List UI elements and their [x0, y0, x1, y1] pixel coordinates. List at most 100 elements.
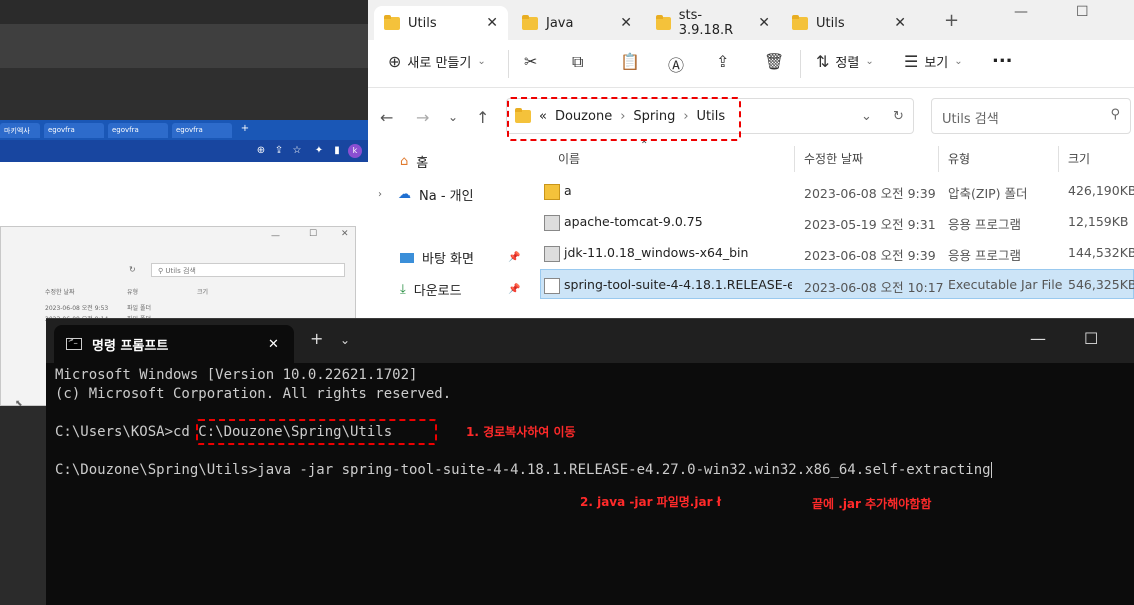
- browser-tab[interactable]: egovfra: [108, 123, 168, 138]
- paste-icon: 📋: [620, 52, 640, 71]
- column-header-type[interactable]: 유형: [948, 150, 970, 167]
- search-icon: ⚲: [1110, 107, 1120, 122]
- column-divider[interactable]: [938, 146, 939, 172]
- copy-icon: ⧉: [572, 52, 584, 71]
- column-header-type[interactable]: 유형: [127, 287, 138, 296]
- chevron-right-icon[interactable]: ›: [378, 189, 382, 200]
- sidebar-item-label: 다운로드: [413, 284, 462, 299]
- terminal-tab-title: 명령 프롬프트: [92, 338, 169, 354]
- terminal-line: Microsoft Windows [Version 10.0.22621.17…: [55, 367, 418, 383]
- sort-button[interactable]: ⇅ 정렬 ⌄: [816, 52, 874, 71]
- sidebar-item-desktop[interactable]: 바탕 화면: [400, 248, 474, 267]
- view-button[interactable]: ☰ 보기 ⌄: [904, 52, 963, 71]
- row-date: 2023-06-08 오전 9:53: [45, 305, 109, 312]
- terminal-command-line[interactable]: C:\Douzone\Spring\Utils>java -jar spring…: [55, 462, 992, 478]
- profile-avatar[interactable]: k: [348, 144, 362, 158]
- tab-sts[interactable]: sts-3.9.18.R ✕: [646, 6, 780, 40]
- sidebar-item-downloads[interactable]: ⤓ 다운로드: [400, 280, 462, 299]
- browser-address-bar[interactable]: ⊕ ⇪ ☆ ✦ ▮ k: [0, 140, 368, 162]
- folder-icon: [656, 14, 671, 30]
- sidebar-icon[interactable]: ▮: [330, 144, 344, 158]
- plus-icon[interactable]: +: [238, 122, 252, 136]
- file-size: 546,325KB: [1068, 277, 1134, 292]
- back-arrow-icon[interactable]: ←: [380, 108, 393, 127]
- column-header-date[interactable]: 수정한 날짜: [45, 287, 75, 296]
- share-icon: ⇪: [716, 52, 730, 71]
- chevron-down-icon[interactable]: ⌄: [861, 109, 872, 124]
- chevron-down-icon[interactable]: ⌄: [340, 333, 350, 347]
- browser-tab[interactable]: egovfra: [172, 123, 232, 138]
- new-tab-button[interactable]: +: [310, 329, 323, 348]
- explorer-navbar: ← → ⌄ ↑ « Douzone › Spring › Utils ⌄ ↻ U…: [368, 88, 1134, 148]
- star-icon[interactable]: ☆: [290, 144, 304, 158]
- pin-icon[interactable]: 📌: [508, 252, 520, 263]
- close-icon[interactable]: ✕: [758, 15, 770, 31]
- refresh-icon[interactable]: ↻: [129, 265, 136, 274]
- text-cursor: [990, 462, 992, 478]
- new-button[interactable]: ⊕ 새로 만들기 ⌄: [388, 52, 486, 71]
- file-row-jdk[interactable]: jdk-11.0.18_windows-x64_bin 2023-06-08 오…: [540, 238, 1134, 268]
- desktop-icon: [400, 252, 414, 263]
- file-size: 426,190KB: [1068, 183, 1134, 198]
- file-name: jdk-11.0.18_windows-x64_bin: [564, 245, 749, 260]
- terminal-line: (c) Microsoft Corporation. All rights re…: [55, 386, 452, 402]
- jar-file-icon: [544, 277, 560, 294]
- column-header-size[interactable]: 크기: [1068, 150, 1090, 167]
- navigation-pane: ⌂ 홈 › ☁ Na - 개인 바탕 화면 📌 ⤓ 다운로드 📌: [368, 140, 536, 330]
- file-row-tomcat[interactable]: apache-tomcat-9.0.75 2023-05-19 오전 9:31 …: [540, 207, 1134, 237]
- delete-button[interactable]: 🗑: [764, 52, 784, 71]
- file-date: 2023-05-19 오전 9:31: [804, 217, 936, 232]
- close-icon[interactable]: ✕: [620, 15, 632, 31]
- file-row-a[interactable]: a 2023-06-08 오전 9:39 압축(ZIP) 폴더 426,190K…: [540, 176, 1134, 206]
- close-icon[interactable]: ✕: [894, 15, 906, 31]
- browser-tab[interactable]: egovfra: [44, 123, 104, 138]
- file-row-sts-jar[interactable]: spring-tool-suite-4-4.18.1.RELEASE-e4.2.…: [540, 269, 1134, 299]
- rename-icon: Ⓐ: [668, 56, 685, 75]
- annotation-step1: 1. 경로복사하여 이동: [466, 425, 576, 439]
- refresh-icon[interactable]: ↻: [893, 109, 904, 124]
- chevron-down-icon: ⌄: [954, 56, 963, 67]
- sidebar-item-home[interactable]: ⌂ 홈: [400, 152, 428, 171]
- maximize-icon[interactable]: ☐: [1084, 329, 1098, 348]
- search-input[interactable]: Utils 검색 ⚲: [931, 98, 1131, 134]
- tab-utils-active[interactable]: Utils ✕: [374, 6, 508, 40]
- paste-button[interactable]: 📋: [620, 52, 640, 71]
- maximize-icon[interactable]: ☐: [309, 229, 317, 239]
- close-icon[interactable]: ✕: [486, 15, 498, 31]
- column-divider[interactable]: [1058, 146, 1059, 172]
- share-icon[interactable]: ⇪: [272, 144, 286, 158]
- cut-button[interactable]: ✂: [524, 52, 537, 71]
- file-type: 응용 프로그램: [948, 217, 1021, 232]
- background-search-input[interactable]: ⚲ Utils 검색: [151, 263, 345, 277]
- tab-utils[interactable]: Utils ✕: [782, 6, 916, 40]
- close-icon[interactable]: ✕: [268, 337, 279, 352]
- new-tab-button[interactable]: +: [944, 10, 959, 31]
- maximize-icon[interactable]: ☐: [1076, 4, 1089, 20]
- column-divider[interactable]: [794, 146, 795, 172]
- column-header-name[interactable]: 이름: [558, 150, 580, 167]
- extensions-icon[interactable]: ✦: [312, 144, 326, 158]
- recent-locations-chevron-icon[interactable]: ⌄: [448, 110, 458, 124]
- toolbar-divider: [800, 50, 801, 78]
- rename-button[interactable]: Ⓐ: [668, 52, 684, 76]
- terminal-line: C:\Douzone\Spring\Utils>java -jar spring…: [55, 462, 991, 478]
- minimize-icon[interactable]: —: [1030, 329, 1046, 348]
- forward-arrow-icon[interactable]: →: [416, 108, 429, 127]
- more-options-button[interactable]: ...: [992, 46, 1013, 67]
- pin-icon[interactable]: 📌: [508, 284, 520, 295]
- column-header-date[interactable]: 수정한 날짜: [804, 150, 863, 167]
- column-header-size[interactable]: 크기: [197, 287, 208, 296]
- up-arrow-icon[interactable]: ↑: [476, 108, 489, 127]
- browser-tab[interactable]: 마키엑사: [0, 123, 40, 138]
- sidebar-item-onedrive[interactable]: › ☁ Na - 개인: [378, 185, 474, 204]
- minimize-icon[interactable]: —: [1014, 4, 1028, 20]
- tab-java[interactable]: Java ✕: [512, 6, 642, 40]
- zoom-icon[interactable]: ⊕: [254, 144, 268, 158]
- terminal-tab[interactable]: 명령 프롬프트 ✕: [54, 325, 294, 363]
- file-name: a: [564, 183, 572, 198]
- close-icon[interactable]: ✕: [341, 229, 349, 239]
- copy-button[interactable]: ⧉: [572, 52, 583, 72]
- minimize-icon[interactable]: —: [271, 231, 280, 241]
- share-button[interactable]: ⇪: [716, 52, 729, 71]
- address-annotation-box: [507, 97, 741, 141]
